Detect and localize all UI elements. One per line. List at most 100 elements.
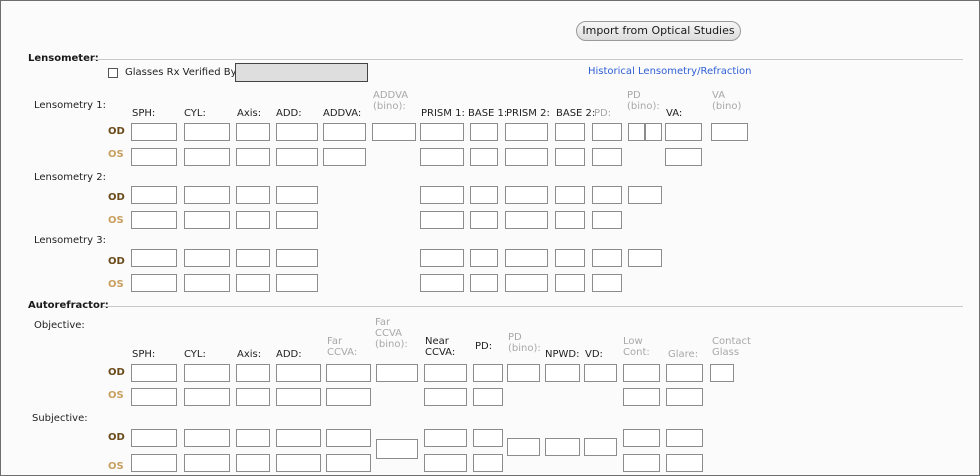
subjective-od-low-cont-input[interactable] (623, 429, 660, 447)
subjective-od-add-input[interactable] (276, 429, 321, 447)
subjective-od-sph-input[interactable] (131, 429, 177, 447)
historical-lensometry-link[interactable]: Historical Lensometry/Refraction (588, 66, 752, 77)
lenso1-os-pd-input[interactable] (592, 148, 622, 166)
subjective-far-ccva-bino-input[interactable] (376, 439, 418, 459)
lenso1-od-prism2-input[interactable] (505, 123, 548, 141)
objective-os-low-cont-input[interactable] (623, 388, 660, 406)
lenso1-pd-bino-right-input[interactable] (645, 123, 662, 141)
lenso3-od-pd-input[interactable] (592, 249, 622, 267)
lenso1-od-pd-input[interactable] (592, 123, 622, 141)
verified-by-field[interactable] (235, 63, 368, 82)
lenso2-od-cyl-input[interactable] (184, 186, 230, 204)
subjective-os-near-ccva-input[interactable] (424, 454, 467, 472)
lenso1-od-prism1-input[interactable] (420, 123, 464, 141)
lenso3-os-sph-input[interactable] (131, 274, 177, 292)
lenso2-od-base2-input[interactable] (555, 186, 585, 204)
lenso1-os-prism1-input[interactable] (420, 148, 464, 166)
lenso3-os-base2-input[interactable] (555, 274, 585, 292)
lenso1-os-prism2-input[interactable] (505, 148, 548, 166)
subjective-os-add-input[interactable] (276, 454, 321, 472)
lenso3-os-axis-input[interactable] (236, 274, 270, 292)
lenso3-od-add-input[interactable] (276, 249, 318, 267)
objective-os-far-ccva-input[interactable] (326, 388, 371, 406)
lenso3-os-prism2-input[interactable] (505, 274, 548, 292)
lenso3-od-base2-input[interactable] (555, 249, 585, 267)
objective-os-glare-input[interactable] (666, 388, 703, 406)
lenso2-os-prism2-input[interactable] (505, 211, 548, 229)
lenso2-od-pd-input[interactable] (592, 186, 622, 204)
lenso1-od-base2-input[interactable] (555, 123, 585, 141)
lenso3-os-cyl-input[interactable] (184, 274, 230, 292)
lenso1-pd-bino-left-input[interactable] (628, 123, 645, 141)
subjective-od-cyl-input[interactable] (184, 429, 230, 447)
lenso2-os-axis-input[interactable] (236, 211, 270, 229)
objective-os-pd-input[interactable] (473, 388, 503, 406)
objective-os-near-ccva-input[interactable] (424, 388, 467, 406)
objective-npwd-input[interactable] (545, 364, 580, 382)
lenso3-od-cyl-input[interactable] (184, 249, 230, 267)
objective-od-near-ccva-input[interactable] (424, 364, 467, 382)
subjective-pd-bino-input[interactable] (507, 438, 540, 456)
lenso3-od-prism1-input[interactable] (420, 249, 464, 267)
lenso2-os-pd-input[interactable] (592, 211, 622, 229)
subjective-od-axis-input[interactable] (236, 429, 270, 447)
subjective-os-axis-input[interactable] (236, 454, 270, 472)
lenso1-os-axis-input[interactable] (236, 148, 270, 166)
lenso3-os-add-input[interactable] (276, 274, 318, 292)
import-optical-studies-button[interactable]: Import from Optical Studies (576, 21, 741, 41)
objective-od-axis-input[interactable] (236, 364, 270, 382)
lenso2-os-add-input[interactable] (276, 211, 318, 229)
subjective-npwd-input[interactable] (545, 438, 580, 456)
lenso2-od-prism2-input[interactable] (505, 186, 548, 204)
lenso2-pd-bino-input[interactable] (628, 186, 662, 204)
glasses-verified-checkbox[interactable] (108, 68, 118, 78)
subjective-os-far-ccva-input[interactable] (326, 454, 371, 472)
objective-pd-bino-input[interactable] (507, 364, 540, 382)
lenso1-od-sph-input[interactable] (131, 123, 177, 141)
subjective-os-pd-input[interactable] (473, 454, 503, 472)
lenso3-os-base1-input[interactable] (470, 274, 498, 292)
lenso1-od-va-input[interactable] (665, 123, 702, 141)
lenso3-od-sph-input[interactable] (131, 249, 177, 267)
subjective-od-near-ccva-input[interactable] (424, 429, 467, 447)
objective-os-cyl-input[interactable] (184, 388, 230, 406)
objective-os-add-input[interactable] (276, 388, 321, 406)
subjective-os-low-cont-input[interactable] (623, 454, 660, 472)
subjective-os-cyl-input[interactable] (184, 454, 230, 472)
lenso2-od-add-input[interactable] (276, 186, 318, 204)
subjective-od-pd-input[interactable] (473, 429, 503, 447)
subjective-od-glare-input[interactable] (666, 429, 703, 447)
lenso3-os-prism1-input[interactable] (420, 274, 464, 292)
lenso1-od-addva-input[interactable] (323, 123, 366, 141)
lenso1-os-cyl-input[interactable] (184, 148, 230, 166)
lenso2-os-base2-input[interactable] (555, 211, 585, 229)
objective-od-sph-input[interactable] (131, 364, 177, 382)
lenso2-os-sph-input[interactable] (131, 211, 177, 229)
lenso2-od-base1-input[interactable] (470, 186, 498, 204)
lenso1-os-sph-input[interactable] (131, 148, 177, 166)
subjective-os-glare-input[interactable] (666, 454, 703, 472)
lenso2-od-prism1-input[interactable] (420, 186, 464, 204)
lenso1-od-add-input[interactable] (276, 123, 318, 141)
lenso1-addva-bino-input[interactable] (372, 123, 416, 141)
lenso3-pd-bino-input[interactable] (628, 249, 662, 267)
lenso2-os-prism1-input[interactable] (420, 211, 464, 229)
lenso1-os-base1-input[interactable] (470, 148, 498, 166)
objective-od-cyl-input[interactable] (184, 364, 230, 382)
objective-od-pd-input[interactable] (473, 364, 503, 382)
lenso2-od-sph-input[interactable] (131, 186, 177, 204)
lenso1-od-cyl-input[interactable] (184, 123, 230, 141)
lenso1-os-va-input[interactable] (665, 148, 702, 166)
lenso1-os-addva-input[interactable] (323, 148, 366, 166)
lenso3-os-pd-input[interactable] (592, 274, 622, 292)
lenso3-od-base1-input[interactable] (470, 249, 498, 267)
lenso2-os-cyl-input[interactable] (184, 211, 230, 229)
lenso1-os-base2-input[interactable] (555, 148, 585, 166)
objective-os-sph-input[interactable] (131, 388, 177, 406)
subjective-os-sph-input[interactable] (131, 454, 177, 472)
lenso1-od-axis-input[interactable] (236, 123, 270, 141)
subjective-od-far-ccva-input[interactable] (326, 429, 371, 447)
objective-od-far-ccva-input[interactable] (326, 364, 371, 382)
lenso2-od-axis-input[interactable] (236, 186, 270, 204)
lenso1-od-base1-input[interactable] (470, 123, 498, 141)
